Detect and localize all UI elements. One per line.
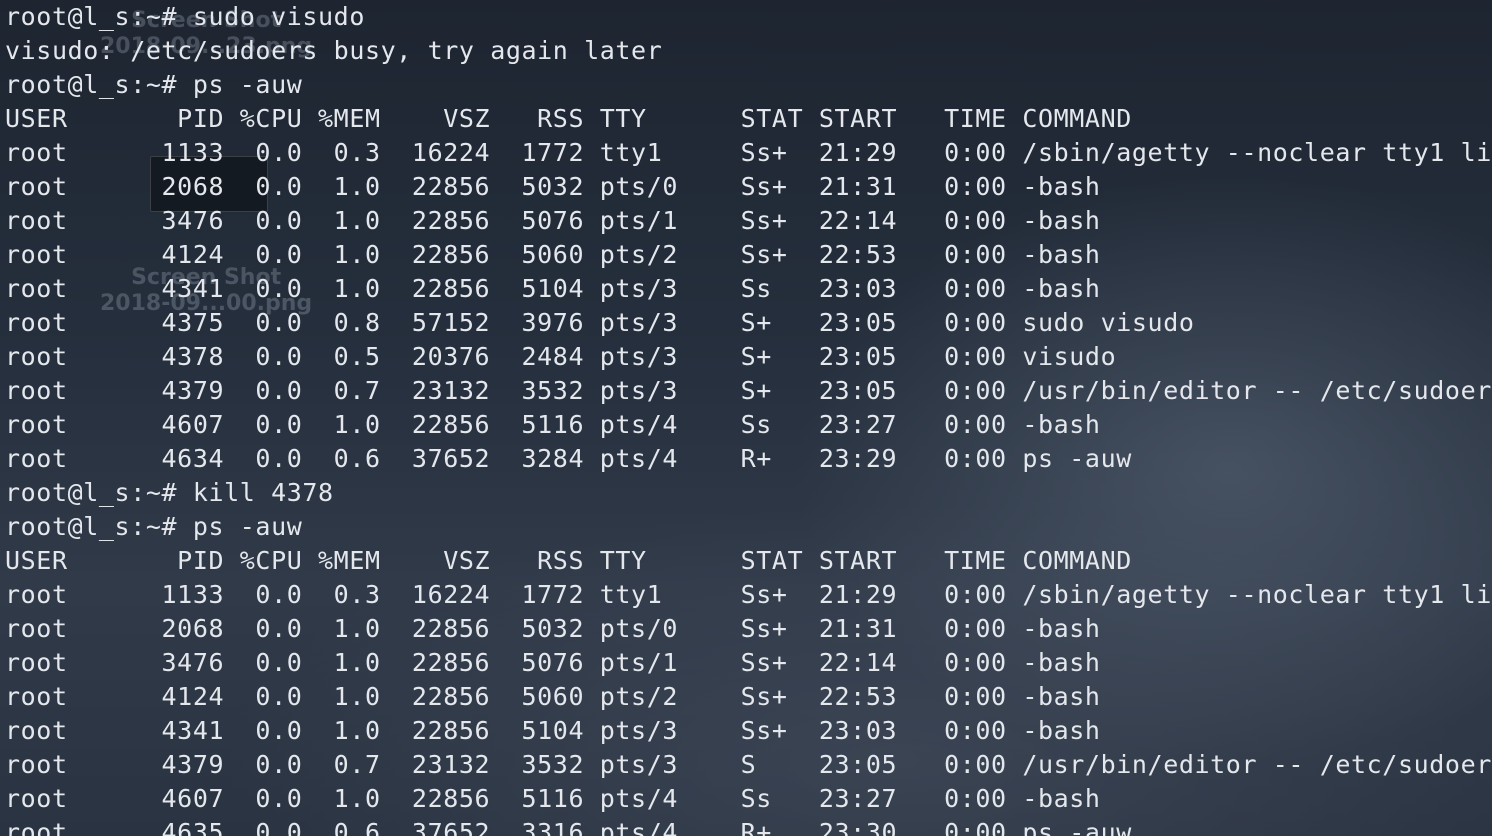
ps-row: root 3476 0.0 1.0 22856 5076 pts/1 Ss+ 2… [5, 648, 1101, 677]
ps-row: root 4607 0.0 1.0 22856 5116 pts/4 Ss 23… [5, 784, 1101, 813]
ps-header-line: USER PID %CPU %MEM VSZ RSS TTY STAT STAR… [5, 104, 1132, 133]
ps-row: root 4607 0.0 1.0 22856 5116 pts/4 Ss 23… [5, 410, 1101, 439]
output-line: visudo: /etc/sudoers busy, try again lat… [5, 36, 663, 65]
prompt-line: root@l_s:~# kill 4378 [5, 478, 334, 507]
prompt-line: root@l_s:~# ps -auw [5, 512, 303, 541]
prompt-line: root@l_s:~# ps -auw [5, 70, 303, 99]
ps-row: root 1133 0.0 0.3 16224 1772 tty1 Ss+ 21… [5, 580, 1492, 609]
terminal-output: root@l_s:~# sudo visudo visudo: /etc/sud… [5, 0, 1492, 836]
ps-row: root 2068 0.0 1.0 22856 5032 pts/0 Ss+ 2… [5, 172, 1101, 201]
ps-row: root 4341 0.0 1.0 22856 5104 pts/3 Ss+ 2… [5, 716, 1101, 745]
prompt-line: root@l_s:~# sudo visudo [5, 2, 365, 31]
ps-row: root 4375 0.0 0.8 57152 3976 pts/3 S+ 23… [5, 308, 1195, 337]
ps-row: root 4124 0.0 1.0 22856 5060 pts/2 Ss+ 2… [5, 240, 1101, 269]
ps-header-line: USER PID %CPU %MEM VSZ RSS TTY STAT STAR… [5, 546, 1132, 575]
ps-row: root 4124 0.0 1.0 22856 5060 pts/2 Ss+ 2… [5, 682, 1101, 711]
ps-row: root 1133 0.0 0.3 16224 1772 tty1 Ss+ 21… [5, 138, 1492, 167]
terminal-window[interactable]: Screen Shot 2018-09...23.png Screen Shot… [0, 0, 1492, 836]
ps-row: root 2068 0.0 1.0 22856 5032 pts/0 Ss+ 2… [5, 614, 1101, 643]
ps-row: root 4635 0.0 0.6 37652 3316 pts/4 R+ 23… [5, 818, 1132, 836]
ps-row: root 4378 0.0 0.5 20376 2484 pts/3 S+ 23… [5, 342, 1117, 371]
ps-row: root 3476 0.0 1.0 22856 5076 pts/1 Ss+ 2… [5, 206, 1101, 235]
ps-row: root 4379 0.0 0.7 23132 3532 pts/3 S+ 23… [5, 376, 1492, 405]
ps-row: root 4379 0.0 0.7 23132 3532 pts/3 S 23:… [5, 750, 1492, 779]
ps-row: root 4634 0.0 0.6 37652 3284 pts/4 R+ 23… [5, 444, 1132, 473]
ps-row: root 4341 0.0 1.0 22856 5104 pts/3 Ss 23… [5, 274, 1101, 303]
